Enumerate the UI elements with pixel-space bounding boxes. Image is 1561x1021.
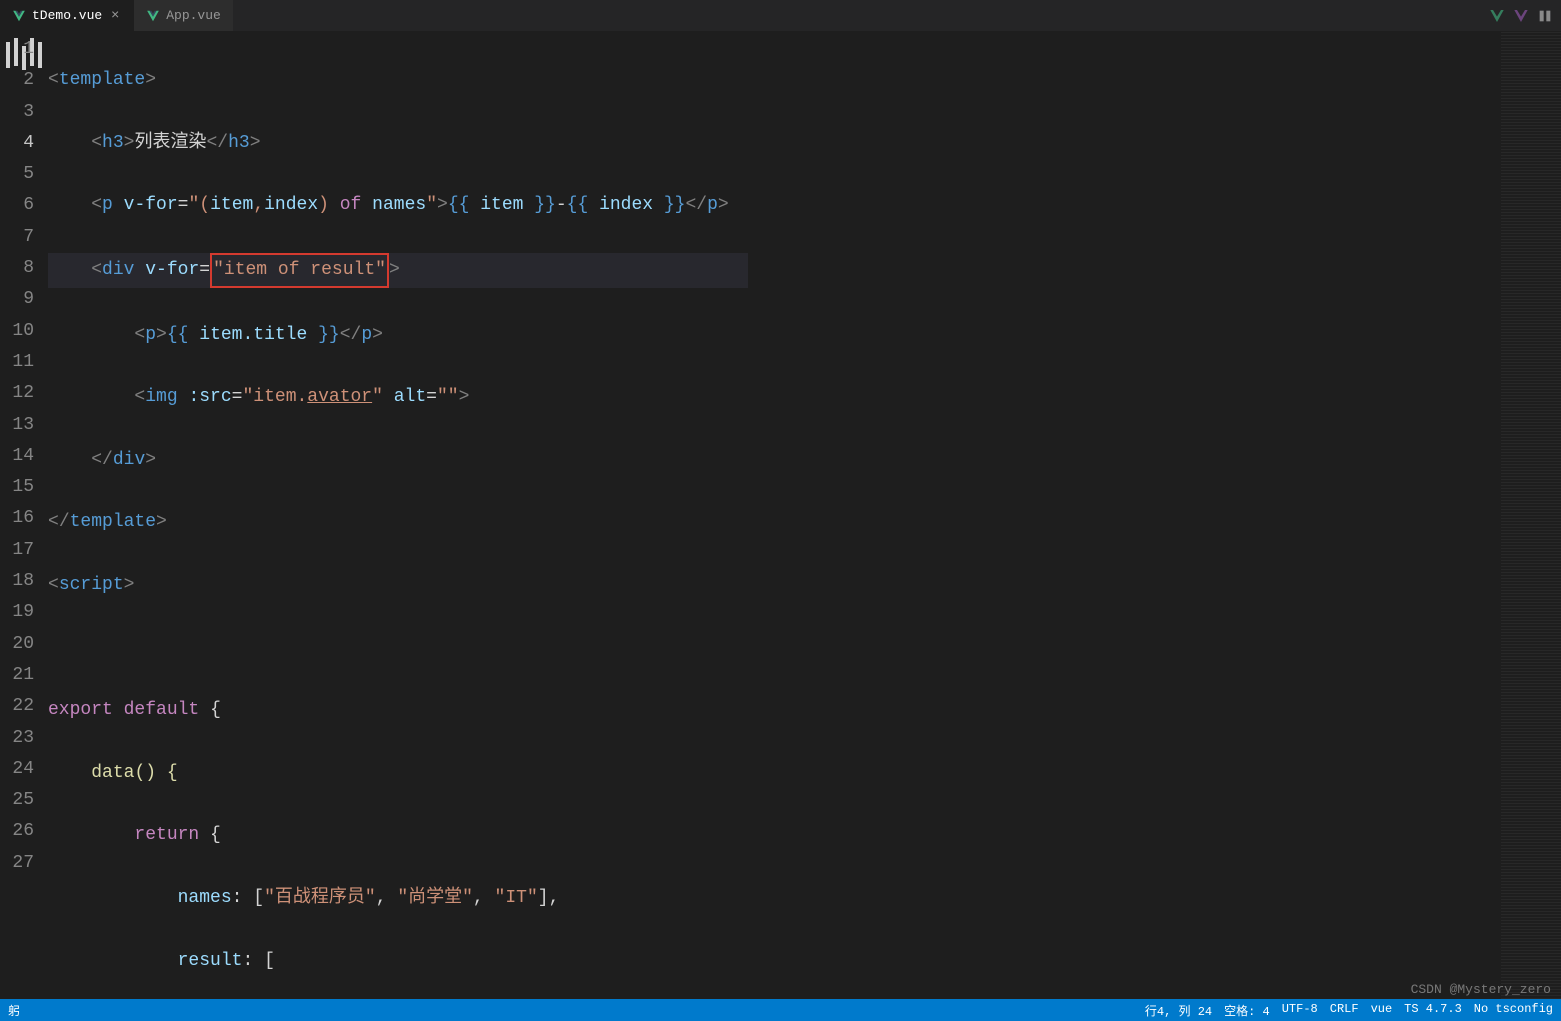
vue-icon[interactable] [1513,8,1529,24]
status-bar: 躬 行4, 列 24 空格: 4 UTF-8 CRLF vue TS 4.7.3… [0,999,1561,1021]
status-encoding[interactable]: UTF-8 [1282,1002,1318,1019]
close-icon[interactable]: × [108,9,122,23]
vue-icon [146,9,160,23]
tab-actions [1489,8,1561,24]
status-eol[interactable]: CRLF [1330,1002,1359,1019]
watermark: CSDN @Mystery_zero [1411,982,1551,997]
tab-label: tDemo.vue [32,8,102,23]
editor[interactable]: 1 2 3 4 5 6 7 8 9 10 11 12 13 14 15 16 1… [0,32,1561,999]
tab-tdemo[interactable]: tDemo.vue × [0,0,134,31]
status-tsconfig[interactable]: No tsconfig [1474,1002,1553,1019]
tab-app[interactable]: App.vue [134,0,233,31]
vue-icon [12,9,26,23]
code-content[interactable]: <template> <h3>列表渲染</h3> <p v-for="(item… [48,32,1501,999]
editor-tabs: tDemo.vue × App.vue [0,0,1561,32]
status-language[interactable]: vue [1371,1002,1393,1019]
status-spaces[interactable]: 空格: 4 [1224,1002,1270,1019]
minimap[interactable] [1501,32,1561,999]
status-left[interactable]: 躬 [8,1002,20,1019]
vue-icon[interactable] [1489,8,1505,24]
line-gutter: 1 2 3 4 5 6 7 8 9 10 11 12 13 14 15 16 1… [0,32,48,999]
more-icon[interactable] [1537,8,1553,24]
tab-label: App.vue [166,8,221,23]
status-ts-version[interactable]: TS 4.7.3 [1404,1002,1462,1019]
status-line-col[interactable]: 行4, 列 24 [1145,1002,1212,1019]
highlight-box: "item of result" [210,253,389,288]
